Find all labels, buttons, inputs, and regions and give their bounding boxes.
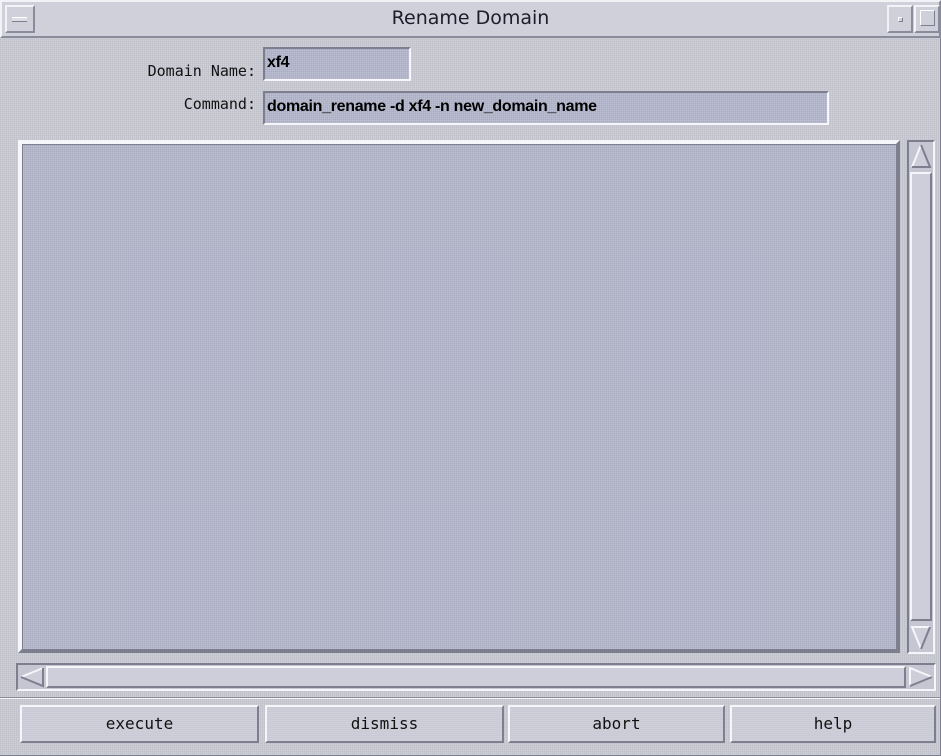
minimize-icon[interactable] (887, 5, 913, 33)
maximize-icon[interactable] (914, 5, 940, 33)
command-label: Command: (183, 95, 256, 113)
dismiss-button[interactable]: dismiss (265, 705, 504, 743)
output-text-area[interactable] (18, 140, 900, 653)
output-content (22, 144, 896, 649)
vertical-scroll-thumb[interactable] (910, 172, 932, 621)
triangle-down-icon[interactable] (910, 625, 932, 651)
execute-button[interactable]: execute (20, 705, 259, 743)
button-separator (0, 697, 940, 699)
title-bar[interactable]: Rename Domain (0, 0, 941, 38)
domain-name-label: Domain Name: (147, 62, 256, 80)
horizontal-scroll-thumb[interactable] (46, 666, 906, 688)
command-field[interactable]: domain_rename -d xf4 -n new_domain_name (263, 91, 829, 125)
triangle-left-icon[interactable] (19, 666, 45, 688)
domain-name-field[interactable]: xf4 (263, 47, 411, 81)
triangle-right-icon[interactable] (908, 666, 934, 688)
horizontal-scrollbar[interactable] (16, 663, 936, 691)
abort-button[interactable]: abort (508, 705, 725, 743)
rename-domain-window: Rename Domain Domain Name: xf4 Command: … (0, 0, 941, 756)
triangle-up-icon[interactable] (910, 143, 932, 169)
vertical-scrollbar[interactable] (907, 140, 935, 654)
help-button[interactable]: help (730, 705, 936, 743)
window-title: Rename Domain (391, 7, 550, 29)
